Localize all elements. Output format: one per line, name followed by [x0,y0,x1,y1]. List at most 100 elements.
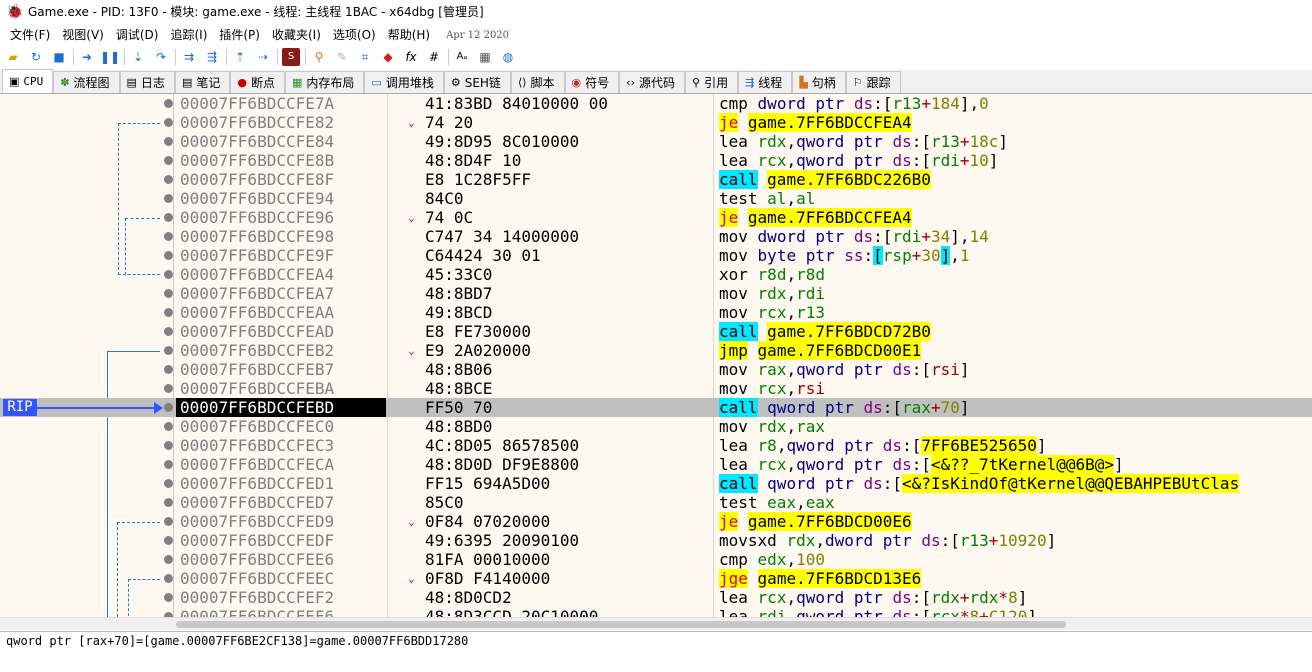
function-icon[interactable]: fx [402,48,420,66]
breakpoint-dot-icon[interactable] [164,118,173,127]
breakpoint-dot-icon[interactable] [164,498,173,507]
breakpoint-dot-icon[interactable] [164,175,173,184]
disasm-row[interactable]: 00007FF6BDCCFEAD E8 FE730000 call game.7FF… [0,322,1312,341]
menu-debug[interactable]: 调试(D) [110,25,165,45]
breakpoint-dot-icon[interactable] [164,365,173,374]
menu-favourites[interactable]: 收藏夹(I) [266,25,327,45]
execute-till-return-icon[interactable]: ⇡ [231,48,249,66]
font-icon[interactable]: Aₐ [453,48,471,66]
breakpoint-dot-icon[interactable] [164,593,173,602]
disasm-row[interactable]: 00007FF6BDCCFEAA 49:8BCD mov rcx,r13 [0,303,1312,322]
disasm-row[interactable]: 00007FF6BDCCFE96 ⌄ 74 0C je game.7FF6BDCCFE… [0,208,1312,227]
disasm-row[interactable]: 00007FF6BDCCFEC3 4C:8D05 86578500 lea r8,q… [0,436,1312,455]
tab-symbols[interactable]: ◉ 符号 [564,71,620,93]
disasm-row[interactable]: 00007FF6BDCCFE98 C747 34 14000000 mov dwor… [0,227,1312,246]
tab-call-stack[interactable]: ▭ 调用堆栈 [364,71,444,93]
disasm-row[interactable]: 00007FF6BDCCFEBD FF50 70 call qword ptr ds… [0,398,1312,417]
breakpoint-dot-icon[interactable] [164,346,173,355]
breakpoint-dot-icon[interactable] [164,99,173,108]
breakpoint-dot-icon[interactable] [164,156,173,165]
breakpoint-dot-icon[interactable] [164,479,173,488]
label-icon[interactable]: ⌗ [356,48,374,66]
breakpoint-dot-icon[interactable] [164,137,173,146]
run-to-user-code-icon[interactable]: ⇢ [254,48,272,66]
breakpoint-dot-icon[interactable] [164,384,173,393]
breakpoint-dot-icon[interactable] [164,555,173,564]
disasm-row[interactable]: 00007FF6BDCCFEA4 45:33C0 xor r8d,r8d [0,265,1312,284]
disasm-row[interactable]: 00007FF6BDCCFEB2 ⌄ E9 2A020000 jmp game.7FF… [0,341,1312,360]
disasm-row[interactable]: 00007FF6BDCCFED9 ⌄ 0F84 07020000 je game.7F… [0,512,1312,531]
trace-over-icon[interactable]: ⇶ [203,48,221,66]
comment-icon[interactable]: ✎ [333,48,351,66]
open-icon[interactable]: ▰ [4,48,22,66]
disasm-row[interactable]: 00007FF6BDCCFEBA 48:8BCE mov rcx,rsi [0,379,1312,398]
disasm-row[interactable]: 00007FF6BDCCFE94 84C0 test al,al [0,189,1312,208]
tab-script[interactable]: ⟨⟩ 脚本 [510,71,565,93]
breakpoint-dot-icon[interactable] [164,327,173,336]
disasm-row[interactable]: 00007FF6BDCCFE9F C64424 30 01 mov byte ptr… [0,246,1312,265]
scylla-icon[interactable]: S [282,48,300,66]
disasm-row[interactable]: 00007FF6BDCCFECA 48:8D0D DF9E8800 lea rcx,… [0,455,1312,474]
breakpoint-dot-icon[interactable] [164,232,173,241]
disasm-row[interactable]: 00007FF6BDCCFEF2 48:8D0CD2 lea rcx,qword p… [0,588,1312,607]
step-over-icon[interactable]: ↷ [152,48,170,66]
disasm-row[interactable]: 00007FF6BDCCFEEC ⌄ 0F8D F4140000 jge game.7… [0,569,1312,588]
disasm-row[interactable]: 00007FF6BDCCFED1 FF15 694A5D00 call qword … [0,474,1312,493]
patch-icon[interactable]: ⚲ [310,48,328,66]
disassembly-view[interactable]: 00007FF6BDCCFE7A 41:83BD 84010000 00 cmp d… [0,94,1312,617]
breakpoint-dot-icon[interactable] [164,574,173,583]
menu-help[interactable]: 帮助(H) [382,25,436,45]
disasm-row[interactable]: 00007FF6BDCCFEF6 48:8D3CCD 20C10000 lea rd… [0,607,1312,617]
breakpoint-dot-icon[interactable] [164,517,173,526]
globe-icon[interactable]: ◍ [499,48,517,66]
tab-source[interactable]: ‹› 源代码 [619,71,685,93]
tab-notes[interactable]: ▤ 笔记 [174,71,231,93]
scrollbar-thumb[interactable] [176,621,1066,628]
disasm-row[interactable]: 00007FF6BDCCFEC0 48:8BD0 mov rdx,rax [0,417,1312,436]
menu-file[interactable]: 文件(F) [4,25,56,45]
hash-icon[interactable]: # [425,48,443,66]
tab-memory-map[interactable]: ▦ 内存布局 [284,71,365,93]
disasm-row[interactable]: 00007FF6BDCCFEB7 48:8B06 mov rax,qword ptr… [0,360,1312,379]
menu-view[interactable]: 视图(V) [56,25,110,45]
tab-seh[interactable]: ⚙ SEH链 [443,71,511,93]
menu-trace[interactable]: 追踪(I) [164,25,213,45]
disasm-row[interactable]: 00007FF6BDCCFE8F E8 1C28F5FF call game.7FF… [0,170,1312,189]
tab-breakpoints[interactable]: ● 断点 [230,71,285,93]
tab-trace[interactable]: ⚐ 跟踪 [845,71,901,93]
disasm-row[interactable]: 00007FF6BDCCFED7 85C0 test eax,eax [0,493,1312,512]
breakpoint-dot-icon[interactable] [164,422,173,431]
calculator-icon[interactable]: ▦ [476,48,494,66]
breakpoint-dot-icon[interactable] [164,308,173,317]
menu-plugins[interactable]: 插件(P) [213,25,266,45]
breakpoint-dot-icon[interactable] [164,460,173,469]
disasm-row[interactable]: 00007FF6BDCCFE82 ⌄ 74 20 je game.7FF6BDCCFE… [0,113,1312,132]
disasm-row[interactable]: 00007FF6BDCCFEDF 49:6395 20090100 movsxd r… [0,531,1312,550]
breakpoint-dot-icon[interactable] [164,289,173,298]
disasm-row[interactable]: 00007FF6BDCCFEA7 48:8BD7 mov rdx,rdi [0,284,1312,303]
disasm-row[interactable]: 00007FF6BDCCFEE6 81FA 00010000 cmp edx,100 [0,550,1312,569]
breakpoint-dot-icon[interactable] [164,536,173,545]
tab-references[interactable]: ⚲ 引用 [685,71,739,93]
bookmark-icon[interactable]: ◆ [379,48,397,66]
tab-cpu[interactable]: ▣ CPU [2,69,54,93]
menu-options[interactable]: 选项(O) [327,25,382,45]
breakpoint-dot-icon[interactable] [164,441,173,450]
trace-into-icon[interactable]: ⇉ [180,48,198,66]
tab-handles[interactable]: ▙ 句柄 [792,71,846,93]
stop-icon[interactable]: ■ [50,48,68,66]
pause-icon[interactable]: ❚❚ [100,48,120,66]
restart-icon[interactable]: ↻ [27,48,45,66]
breakpoint-dot-icon[interactable] [164,270,173,279]
disasm-row[interactable]: 00007FF6BDCCFE84 49:8D95 8C010000 lea rdx,… [0,132,1312,151]
disasm-row[interactable]: 00007FF6BDCCFE7A 41:83BD 84010000 00 cmp d… [0,94,1312,113]
breakpoint-dot-icon[interactable] [164,213,173,222]
horizontal-scrollbar[interactable] [0,617,1312,630]
run-icon[interactable]: ➜ [78,48,96,66]
breakpoint-dot-icon[interactable] [164,403,173,412]
disasm-row[interactable]: 00007FF6BDCCFE8B 48:8D4F 10 lea rcx,qword … [0,151,1312,170]
breakpoint-dot-icon[interactable] [164,251,173,260]
tab-graph[interactable]: ✽ 流程图 [53,71,120,93]
breakpoint-dot-icon[interactable] [164,194,173,203]
step-into-icon[interactable]: ⇣ [129,48,147,66]
